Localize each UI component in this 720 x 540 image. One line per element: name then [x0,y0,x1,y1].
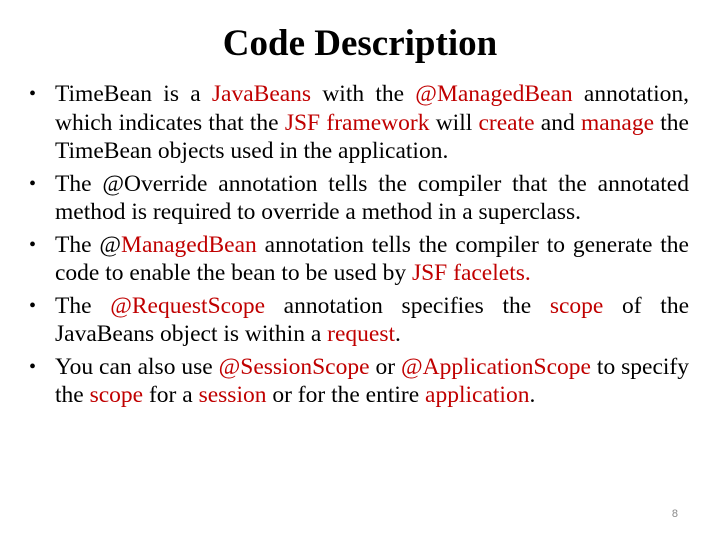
text-segment: You can also use [55,353,219,380]
text-segment: with the [311,81,416,107]
bullet-icon: • [29,233,37,256]
highlighted-text: @RequestScope [110,292,265,319]
text-segment: will [429,109,479,136]
page-number: 8 [671,508,678,520]
highlighted-text: create [478,109,535,136]
highlighted-text: @SessionScope [218,353,370,380]
text-segment: The @ [55,231,122,258]
text-segment: or for the entire [266,382,426,408]
highlighted-text: JSF framework [284,109,430,136]
bullet-icon: • [29,355,37,378]
highlighted-text: application [425,382,530,408]
bullet-icon: • [29,83,37,105]
highlighted-text: session [198,382,267,408]
text-segment: TimeBean is a [55,81,212,107]
highlighted-text: JavaBeans [211,81,312,107]
bullet-item: • The @RequestScope annotation specifies … [29,292,689,349]
bullet-icon: • [29,294,37,317]
bullet-item: • You can also use @SessionScope or @Appl… [29,353,689,410]
bullet-icon: • [29,172,37,195]
bullet-item: • The @Override annotation tells the comp… [29,170,689,227]
highlighted-text: scope [89,382,144,408]
highlighted-text: request [327,321,396,347]
text-segment: . [395,321,401,347]
text-segment: The @Override annotation tells the compi… [55,170,689,226]
highlighted-text: manage [580,109,655,136]
highlighted-text: scope [549,292,604,319]
highlighted-text: @ApplicationScope [400,353,591,380]
highlighted-text: @ManagedBean [415,81,573,107]
highlighted-text: ManagedBean [121,231,257,258]
bullet-list: • TimeBean is a JavaBeans with the @Manag… [29,80,689,414]
text-segment: and [534,109,581,136]
text-segment: . [529,382,536,408]
text-segment: annotation specifies the [265,292,550,319]
slide-title: Code Description [222,23,498,64]
text-segment: for a [143,382,199,408]
highlighted-text: JSF facelets. [411,260,531,286]
bullet-item: • The @ManagedBean annotation tells the c… [29,231,689,288]
bullet-item: • TimeBean is a JavaBeans with the @Manag… [29,80,689,166]
text-segment: or [369,353,401,380]
text-segment: The [55,292,111,319]
